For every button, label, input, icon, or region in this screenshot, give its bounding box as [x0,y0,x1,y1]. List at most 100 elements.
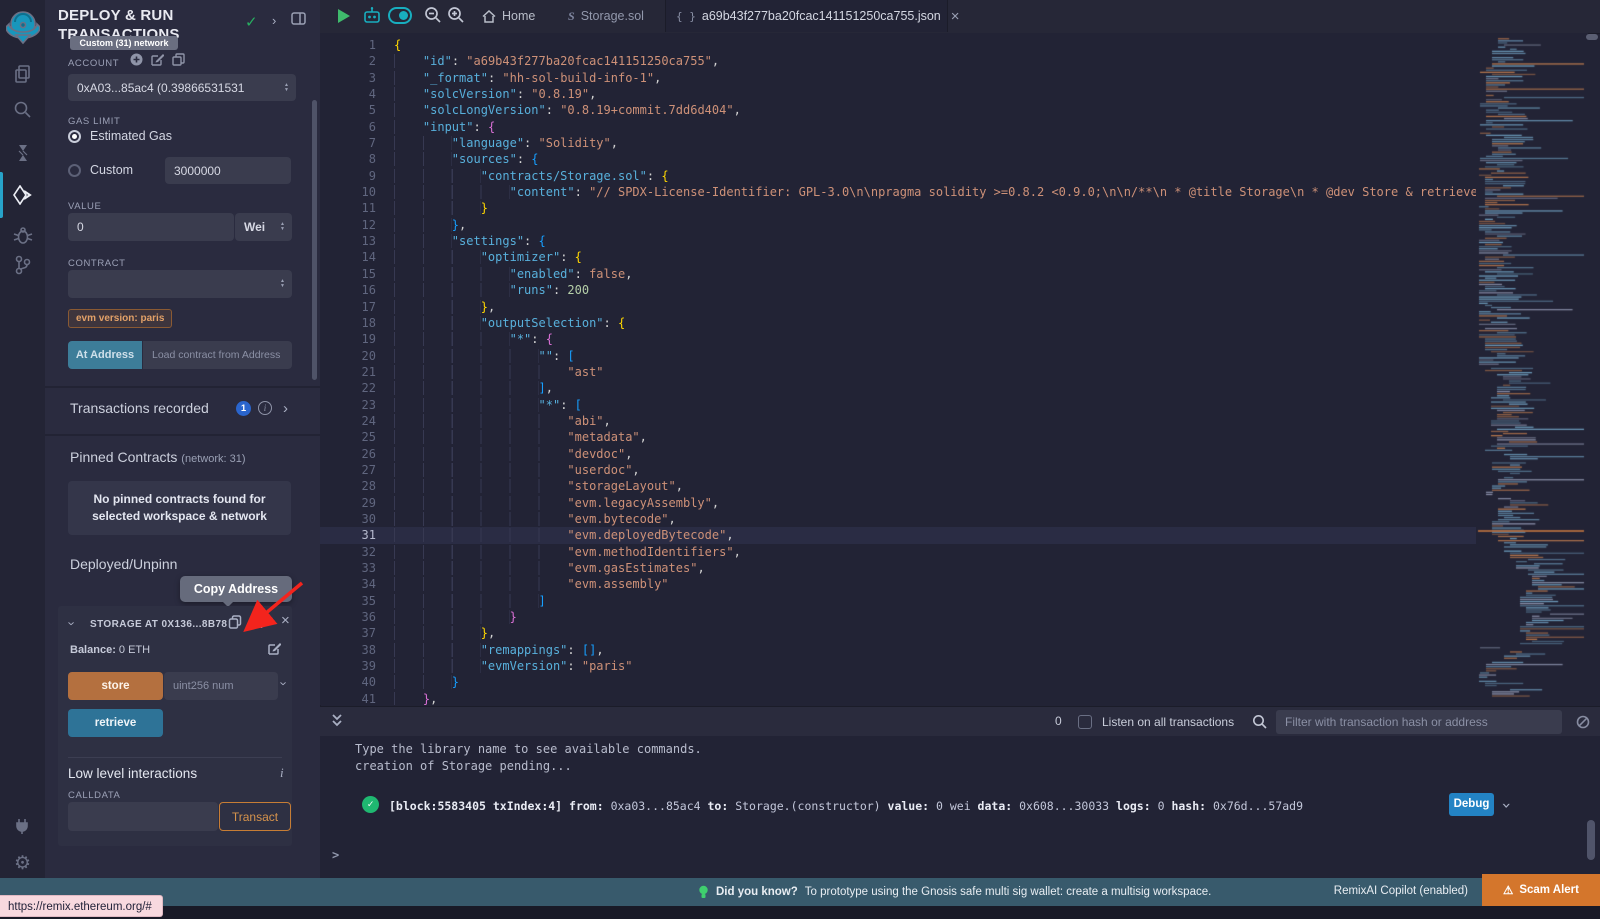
add-account-icon[interactable] [130,53,143,69]
plugin-manager-icon[interactable] [0,808,45,842]
copilot-status[interactable]: RemixAI Copilot (enabled) [1334,885,1468,897]
search-icon[interactable] [0,92,45,126]
custom-gas-radio[interactable] [68,164,81,177]
terminal-scrollbar[interactable] [1587,820,1595,860]
code-line[interactable]: 33 "evm.gasEstimates", [320,560,1476,576]
calldata-input[interactable] [68,802,218,831]
pin-panel-icon[interactable] [291,12,306,28]
account-stepper-icon[interactable] [284,83,289,93]
terminal-prompt[interactable]: > [332,848,339,862]
code-line[interactable]: 41 }, [320,691,1476,705]
code-line[interactable]: 8 "sources": { [320,151,1476,167]
debug-button[interactable]: Debug [1449,793,1494,816]
code-line[interactable]: 40 } [320,674,1476,690]
code-line[interactable]: 24 "abi", [320,413,1476,429]
code-line[interactable]: 9 "contracts/Storage.sol": { [320,168,1476,184]
contract-stepper-icon[interactable] [280,279,285,289]
copy-account-icon[interactable] [172,53,185,69]
terminal-output[interactable]: Type the library name to see available c… [320,736,1600,878]
code-line[interactable]: 19 "*": { [320,331,1476,347]
scam-alert-button[interactable]: Scam Alert [1482,874,1600,906]
code-line[interactable]: 27 "userdoc", [320,462,1476,478]
code-line[interactable]: 2 "id": "a69b43f277ba20fcac141151250ca75… [320,53,1476,69]
remixai-robot-icon[interactable] [362,6,382,30]
transact-button[interactable]: Transact [219,802,291,831]
code-line[interactable]: 14 "optimizer": { [320,249,1476,265]
tab-json-active[interactable]: { } a69b43f277ba20fcac141151250ca755.jso… [665,0,948,32]
code-line[interactable]: 6 "input": { [320,119,1476,135]
edit-account-icon[interactable] [151,53,164,69]
at-address-button[interactable]: At Address [68,341,142,369]
code-line[interactable]: 29 "evm.legacyAssembly", [320,495,1476,511]
debugger-icon[interactable] [0,218,45,252]
collapse-contract-icon[interactable] [65,621,80,625]
estimated-gas-radio[interactable] [68,130,81,143]
remix-logo-icon[interactable] [0,7,45,47]
code-line[interactable]: 26 "devdoc", [320,446,1476,462]
clear-filter-icon[interactable] [1576,715,1590,734]
code-line[interactable]: 28 "storageLayout", [320,478,1476,494]
zoom-in-icon[interactable] [447,6,465,29]
panel-scrollbar[interactable] [312,100,317,380]
code-line[interactable]: 34 "evm.assembly" [320,576,1476,592]
tx-log-text[interactable]: [block:5583405 txIndex:4] from: 0xa03...… [389,799,1303,813]
code-line[interactable]: 13 "settings": { [320,233,1476,249]
code-line[interactable]: 7 "language": "Solidity", [320,135,1476,151]
filter-input[interactable]: Filter with transaction hash or address [1276,710,1562,734]
code-line[interactable]: 23 "*": [ [320,397,1476,413]
custom-gas-input[interactable]: 3000000 [165,157,291,184]
contract-select[interactable] [68,270,292,298]
code-line[interactable]: 38 "remappings": [], [320,642,1476,658]
deploy-and-run-icon[interactable] [0,178,45,212]
expand-terminal-icon[interactable] [330,711,344,736]
close-tab-icon[interactable] [951,8,960,25]
code-line[interactable]: 20 "": [ [320,348,1476,364]
low-level-info-icon[interactable]: i [280,765,284,781]
zoom-out-icon[interactable] [424,6,442,29]
transactions-info-icon[interactable]: i [258,401,272,415]
code-editor[interactable]: 1{2 "id": "a69b43f277ba20fcac141151250ca… [320,33,1476,705]
code-line[interactable]: 31 "evm.deployedBytecode", [320,527,1476,543]
edit-balance-icon[interactable] [268,642,281,660]
transactions-expand-icon[interactable] [283,400,288,417]
store-arg-input[interactable]: uint256 num [164,672,278,700]
code-line[interactable]: 21 "ast" [320,364,1476,380]
unit-stepper-icon[interactable] [280,222,285,232]
value-unit-select[interactable]: Wei [235,213,292,241]
code-line[interactable]: 30 "evm.bytecode", [320,511,1476,527]
code-line[interactable]: 16 "runs": 200 [320,282,1476,298]
code-line[interactable]: 17 }, [320,299,1476,315]
code-line[interactable]: 39 "evmVersion": "paris" [320,658,1476,674]
value-input[interactable]: 0 [68,213,234,241]
account-select[interactable]: 0xA03...85ac4 (0.39866531531 [68,74,296,101]
tab-storage-sol[interactable]: S Storage.sol [558,0,654,32]
code-line[interactable]: 11 } [320,200,1476,216]
code-line[interactable]: 10 "content": "// SPDX-License-Identifie… [320,184,1476,200]
solidity-compiler-icon[interactable] [0,136,45,170]
code-line[interactable]: 37 }, [320,625,1476,641]
code-line[interactable]: 3 "_format": "hh-sol-build-info-1", [320,70,1476,86]
code-line[interactable]: 5 "solcLongVersion": "0.8.19+commit.7dd6… [320,102,1476,118]
expand-log-icon[interactable] [1497,801,1516,811]
code-line[interactable]: 15 "enabled": false, [320,266,1476,282]
code-line[interactable]: 22 ], [320,380,1476,396]
expand-store-icon[interactable] [277,681,292,685]
file-explorer-icon[interactable] [0,56,45,90]
git-icon[interactable] [0,248,45,282]
panel-chevron-icon[interactable] [272,13,276,28]
retrieve-button[interactable]: retrieve [68,709,163,737]
listen-checkbox[interactable] [1078,715,1092,729]
code-line[interactable]: 12 }, [320,217,1476,233]
code-line[interactable]: 36 } [320,609,1476,625]
tab-home[interactable]: Home [472,0,545,32]
code-line[interactable]: 32 "evm.methodIdentifiers", [320,544,1476,560]
code-line[interactable]: 4 "solcVersion": "0.8.19", [320,86,1476,102]
settings-icon[interactable] [0,846,45,880]
load-contract-input[interactable]: Load contract from Address [143,341,292,369]
copilot-toggle-icon[interactable] [388,7,412,29]
minimap[interactable] [1476,33,1588,705]
code-line[interactable]: 25 "metadata", [320,429,1476,445]
code-line[interactable]: 18 "outputSelection": { [320,315,1476,331]
store-button[interactable]: store [68,672,163,700]
code-line[interactable]: 1{ [320,37,1476,53]
